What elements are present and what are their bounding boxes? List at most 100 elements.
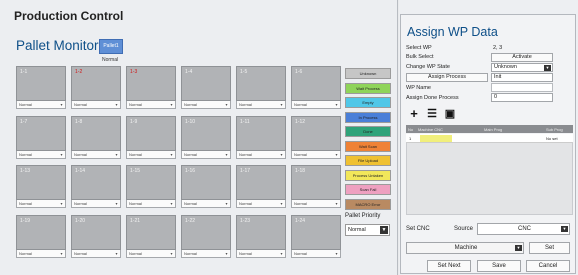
workpiece-cell[interactable]: 1-18 Normal ▾ bbox=[291, 165, 341, 208]
workpiece-cell[interactable]: 1-7 Normal ▾ bbox=[16, 115, 66, 159]
workpiece-slot[interactable]: 1-16 bbox=[181, 165, 231, 200]
workpiece-state-select[interactable]: Normal ▾ bbox=[291, 101, 341, 109]
workpiece-slot[interactable]: 1-13 bbox=[16, 165, 66, 200]
save-button[interactable]: Save bbox=[477, 260, 521, 272]
workpiece-state-select[interactable]: Normal ▾ bbox=[126, 200, 176, 208]
add-icon[interactable]: + bbox=[407, 107, 421, 121]
legend-item: Empty bbox=[345, 97, 391, 108]
workpiece-slot[interactable]: 1-15 bbox=[126, 165, 176, 200]
machine-select[interactable]: Machine ▼ bbox=[406, 242, 524, 254]
workpiece-slot[interactable]: 1-18 bbox=[291, 165, 341, 200]
workpiece-state-select[interactable]: Normal ▾ bbox=[236, 101, 286, 109]
wp-name-input[interactable] bbox=[491, 83, 553, 92]
workpiece-state-select[interactable]: Normal ▾ bbox=[71, 200, 121, 208]
workpiece-slot[interactable]: 1-4 bbox=[181, 66, 231, 101]
workpiece-state-select[interactable]: Normal ▾ bbox=[126, 101, 176, 109]
workpiece-slot[interactable]: 1-17 bbox=[236, 165, 286, 200]
chevron-down-icon: ▾ bbox=[225, 102, 228, 107]
activate-button[interactable]: Activate bbox=[491, 53, 553, 62]
workpiece-slot[interactable]: 1-12 bbox=[291, 115, 341, 151]
workpiece-slot[interactable]: 1-2 bbox=[71, 66, 121, 101]
workpiece-state-select[interactable]: Normal ▾ bbox=[71, 150, 121, 159]
machine-cnc-cell[interactable] bbox=[420, 135, 452, 142]
table-row[interactable]: 1 No set bbox=[406, 134, 573, 143]
workpiece-state-select[interactable]: Normal ▾ bbox=[126, 249, 176, 258]
edit-list-icon[interactable]: ☰ bbox=[425, 107, 439, 121]
set-next-button[interactable]: Set Next bbox=[427, 260, 471, 272]
workpiece-slot[interactable]: 1-8 bbox=[71, 115, 121, 151]
workpiece-slot[interactable]: 1-11 bbox=[236, 115, 286, 151]
workpiece-slot[interactable]: 1-9 bbox=[126, 115, 176, 151]
set-button[interactable]: Set bbox=[529, 242, 570, 254]
workpiece-label: 1-9 bbox=[130, 118, 138, 125]
workpiece-cell[interactable]: 1-4 Normal ▾ bbox=[181, 66, 231, 109]
workpiece-slot[interactable]: 1-3 bbox=[126, 66, 176, 101]
workpiece-state-select[interactable]: Normal ▾ bbox=[181, 200, 231, 208]
workpiece-state-select[interactable]: Normal ▾ bbox=[16, 150, 66, 159]
source-value: CNC bbox=[518, 226, 531, 232]
pallet-priority-select[interactable]: Normal ▼ bbox=[345, 224, 390, 236]
workpiece-cell[interactable]: 1-15 Normal ▾ bbox=[126, 165, 176, 208]
workpiece-cell[interactable]: 1-23 Normal ▾ bbox=[236, 214, 286, 258]
workpiece-state-select[interactable]: Normal ▾ bbox=[236, 249, 286, 258]
chevron-down-icon: ▾ bbox=[170, 102, 173, 107]
workpiece-slot[interactable]: 1-6 bbox=[291, 66, 341, 101]
chevron-down-icon: ▾ bbox=[335, 102, 338, 107]
workpiece-cell[interactable]: 1-16 Normal ▾ bbox=[181, 165, 231, 208]
workpiece-cell[interactable]: 1-6 Normal ▾ bbox=[291, 66, 341, 109]
workpiece-cell[interactable]: 1-13 Normal ▾ bbox=[16, 165, 66, 208]
pallet-button[interactable]: Pallet1 bbox=[99, 39, 123, 54]
workpiece-cell[interactable]: 1-24 Normal ▾ bbox=[291, 214, 341, 258]
workpiece-cell[interactable]: 1-12 Normal ▾ bbox=[291, 115, 341, 159]
workpiece-cell[interactable]: 1-5 Normal ▾ bbox=[236, 66, 286, 109]
legend-item: File Upload bbox=[345, 155, 391, 166]
workpiece-cell[interactable]: 1-20 Normal ▾ bbox=[71, 214, 121, 258]
workpiece-state-select[interactable]: Normal ▾ bbox=[126, 150, 176, 159]
workpiece-state-select[interactable]: Normal ▾ bbox=[71, 249, 121, 258]
workpiece-slot[interactable]: 1-23 bbox=[236, 214, 286, 250]
workpiece-state-select[interactable]: Normal ▾ bbox=[71, 101, 121, 109]
workpiece-state-select[interactable]: Normal ▾ bbox=[16, 200, 66, 208]
workpiece-state-select[interactable]: Normal ▾ bbox=[16, 101, 66, 109]
workpiece-state-select[interactable]: Normal ▾ bbox=[181, 249, 231, 258]
workpiece-cell[interactable]: 1-10 Normal ▾ bbox=[181, 115, 231, 159]
workpiece-state-select[interactable]: Normal ▾ bbox=[291, 249, 341, 258]
workpiece-cell[interactable]: 1-2 Normal ▾ bbox=[71, 66, 121, 109]
workpiece-slot[interactable]: 1-24 bbox=[291, 214, 341, 250]
source-select[interactable]: CNC ▼ bbox=[477, 223, 570, 235]
workpiece-slot[interactable]: 1-22 bbox=[181, 214, 231, 250]
workpiece-cell[interactable]: 1-9 Normal ▾ bbox=[126, 115, 176, 159]
wp-state-select[interactable]: Unknown ▼ bbox=[491, 63, 553, 72]
workpiece-slot[interactable]: 1-7 bbox=[16, 115, 66, 151]
workpiece-state-select[interactable]: Normal ▾ bbox=[291, 150, 341, 159]
workpiece-slot[interactable]: 1-19 bbox=[16, 214, 66, 250]
workpiece-cell[interactable]: 1-1 Normal ▾ bbox=[16, 66, 66, 109]
workpiece-state-select[interactable]: Normal ▾ bbox=[291, 200, 341, 208]
assign-process-button[interactable]: Assign Process bbox=[406, 73, 488, 82]
workpiece-cell[interactable]: 1-8 Normal ▾ bbox=[71, 115, 121, 159]
delete-icon[interactable]: ▣ bbox=[443, 107, 457, 121]
workpiece-state-select[interactable]: Normal ▾ bbox=[236, 200, 286, 208]
workpiece-cell[interactable]: 1-3 Normal ▾ bbox=[126, 66, 176, 109]
workpiece-cell[interactable]: 1-22 Normal ▾ bbox=[181, 214, 231, 258]
workpiece-slot[interactable]: 1-21 bbox=[126, 214, 176, 250]
cancel-button[interactable]: Cancel bbox=[526, 260, 570, 272]
assign-done-process-value[interactable]: 0 bbox=[491, 93, 553, 102]
workpiece-cell[interactable]: 1-17 Normal ▾ bbox=[236, 165, 286, 208]
workpiece-slot[interactable]: 1-14 bbox=[71, 165, 121, 200]
workpiece-cell[interactable]: 1-14 Normal ▾ bbox=[71, 165, 121, 208]
workpiece-slot[interactable]: 1-5 bbox=[236, 66, 286, 101]
col-sub-prog: Sub Prog bbox=[546, 126, 563, 132]
workpiece-slot[interactable]: 1-20 bbox=[71, 214, 121, 250]
workpiece-state-value: Normal bbox=[74, 250, 87, 256]
workpiece-state-select[interactable]: Normal ▾ bbox=[236, 150, 286, 159]
process-init-field[interactable]: Init bbox=[491, 73, 553, 82]
workpiece-slot[interactable]: 1-1 bbox=[16, 66, 66, 101]
workpiece-cell[interactable]: 1-19 Normal ▾ bbox=[16, 214, 66, 258]
workpiece-cell[interactable]: 1-21 Normal ▾ bbox=[126, 214, 176, 258]
workpiece-slot[interactable]: 1-10 bbox=[181, 115, 231, 151]
workpiece-cell[interactable]: 1-11 Normal ▾ bbox=[236, 115, 286, 159]
workpiece-state-select[interactable]: Normal ▾ bbox=[181, 101, 231, 109]
workpiece-state-select[interactable]: Normal ▾ bbox=[16, 249, 66, 258]
workpiece-state-select[interactable]: Normal ▾ bbox=[181, 150, 231, 159]
